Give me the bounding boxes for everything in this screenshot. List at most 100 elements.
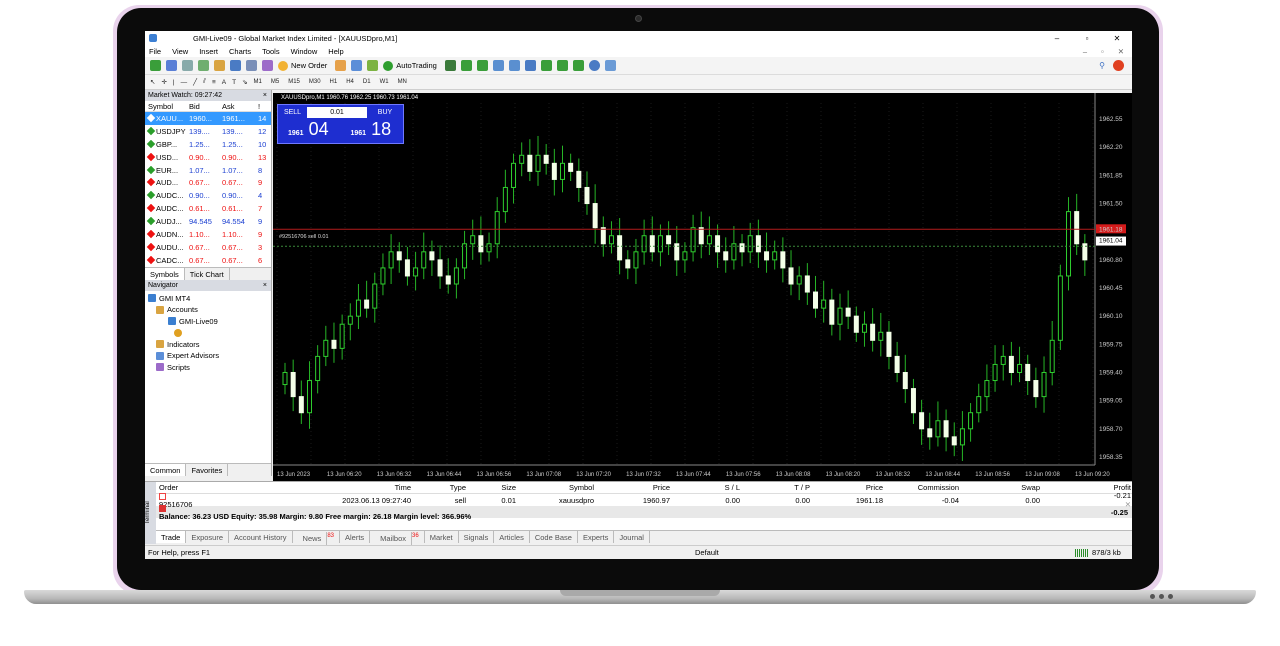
list-item[interactable]: USDJPY 139.... 139.... 12 [145,125,271,138]
col-time[interactable]: Time [276,483,411,492]
minimize-button[interactable]: – [1042,34,1072,43]
timeframe-m30[interactable]: M30 [309,79,321,85]
data-window-icon[interactable] [214,60,225,71]
market-icon[interactable] [367,60,379,71]
menu-help[interactable]: Help [328,47,343,56]
line-chart-icon[interactable] [476,60,488,71]
tab-alerts[interactable]: Alerts [340,531,371,543]
col-commission[interactable]: Commission [883,483,959,492]
new-chart-icon[interactable] [150,60,161,71]
tab-signals[interactable]: Signals [459,531,495,543]
nav-indicators[interactable]: Indicators [148,339,271,351]
col-sl[interactable]: S / L [670,483,740,492]
menu-file[interactable]: File [149,47,161,56]
tab-favorites[interactable]: Favorites [186,464,229,476]
chart-canvas[interactable]: 1962.55 1962.20 1961.85 1961.50 1961.18 1961.… [273,93,1132,481]
periods-icon[interactable] [588,60,600,71]
list-item[interactable]: AUDC... 0.90... 0.90... 4 [145,189,271,202]
list-item[interactable]: XAUU... 1960... 1961... 14 [145,112,271,125]
navigator-icon[interactable] [230,60,241,71]
candlesticks-icon[interactable] [460,60,472,71]
indicators-icon[interactable] [572,60,584,71]
auto-scroll-icon[interactable] [540,60,552,71]
sell-button[interactable]: SELL [278,109,307,116]
price-chart[interactable]: 1962.55 1962.20 1961.85 1961.50 1961.18 1961.… [273,93,1132,481]
zoom-out-icon[interactable] [508,60,520,71]
col-type[interactable]: Type [411,483,466,492]
menu-insert[interactable]: Insert [199,47,218,56]
text-label-icon[interactable]: T [232,79,236,86]
status-profile[interactable]: Default [695,548,1075,557]
menu-window[interactable]: Window [291,47,318,56]
column-ask[interactable]: Ask [222,102,258,111]
tab-news[interactable]: News 83 [293,531,340,545]
col-current-price[interactable]: Price [810,483,883,492]
column-symbol[interactable]: Symbol [145,102,189,111]
col-tp[interactable]: T / P [740,483,810,492]
status-connection[interactable]: 878/3 kb [1075,548,1121,557]
chart-minimize-button[interactable]: – [1083,47,1087,56]
list-item[interactable]: AUDC... 0.61... 0.61... 7 [145,202,271,215]
tab-trade[interactable]: Trade [156,531,187,543]
list-item[interactable]: CADC... 0.67... 0.67... 6 [145,254,271,267]
templates-icon[interactable] [604,60,616,71]
close-button[interactable]: ✕ [1102,34,1132,43]
strategy-tester-icon[interactable] [262,60,273,71]
col-price[interactable]: Price [594,483,670,492]
search-icon[interactable]: ⚲ [1099,61,1105,70]
menu-tools[interactable]: Tools [262,47,280,56]
horizontal-line-icon[interactable]: — [181,79,188,86]
tab-experts[interactable]: Experts [578,531,615,543]
menu-charts[interactable]: Charts [229,47,251,56]
market-watch-close-icon[interactable]: × [263,92,267,99]
nav-user[interactable] [148,327,271,339]
nav-expert-advisors[interactable]: Expert Advisors [148,350,271,362]
timeframe-m15[interactable]: M15 [288,79,300,85]
channel-icon[interactable]: ⫽ [203,78,206,86]
list-item[interactable]: USD... 0.90... 0.90... 13 [145,151,271,164]
timeframe-h4[interactable]: H4 [346,79,354,85]
col-size[interactable]: Size [466,483,516,492]
text-icon[interactable]: A [222,79,226,86]
menu-view[interactable]: View [172,47,188,56]
list-item[interactable]: EUR... 1.07... 1.07... 8 [145,164,271,177]
signals-icon[interactable] [351,60,363,71]
zoom-in-icon[interactable] [492,60,504,71]
list-item[interactable]: AUD... 0.67... 0.67... 9 [145,176,271,189]
terminal-icon[interactable] [246,60,257,71]
timeframe-m1[interactable]: M1 [254,79,262,85]
buy-price[interactable]: 1961 18 [341,119,404,140]
col-symbol[interactable]: Symbol [516,483,594,492]
new-order-button[interactable]: New Order [278,60,327,71]
chart-shift-icon[interactable] [556,60,568,71]
column-spread[interactable]: ! [258,102,270,111]
list-item[interactable]: AUDJ... 94.545 94.554 9 [145,215,271,228]
tab-tick-chart[interactable]: Tick Chart [185,267,230,280]
tab-journal[interactable]: Journal [614,531,650,543]
lot-size-input[interactable]: 0.01 [307,106,367,118]
maximize-button[interactable]: ▫ [1072,34,1102,43]
chart-restore-button[interactable]: ▫ [1101,47,1104,56]
buy-button[interactable]: BUY [367,109,403,116]
tab-account-history[interactable]: Account History [229,531,293,543]
tab-mailbox[interactable]: Mailbox 36 [370,531,425,545]
arrows-icon[interactable]: ⇘ [242,78,247,86]
fibonacci-icon[interactable]: ≡ [212,79,216,86]
timeframe-m5[interactable]: M5 [271,79,279,85]
market-watch-icon[interactable] [198,60,209,71]
list-item[interactable]: AUDU... 0.67... 0.67... 3 [145,241,271,254]
bar-chart-icon[interactable] [444,60,456,71]
timeframe-d1[interactable]: D1 [363,79,371,85]
tab-articles[interactable]: Articles [494,531,530,543]
cursor-icon[interactable]: ↖ [150,78,155,86]
timeframe-mn[interactable]: MN [398,79,407,85]
nav-scripts[interactable]: Scripts [148,362,271,374]
chart-window-icon[interactable] [182,60,193,71]
nav-accounts[interactable]: Accounts [148,304,271,316]
list-item[interactable]: AUDN... 1.10... 1.10... 9 [145,228,271,241]
tab-common[interactable]: Common [145,464,187,476]
list-item[interactable]: GBP... 1.25... 1.25... 10 [145,138,271,151]
metaeditor-icon[interactable] [335,60,347,71]
vertical-line-icon[interactable]: | [173,79,175,86]
sell-price[interactable]: 1961 04 [278,119,341,140]
